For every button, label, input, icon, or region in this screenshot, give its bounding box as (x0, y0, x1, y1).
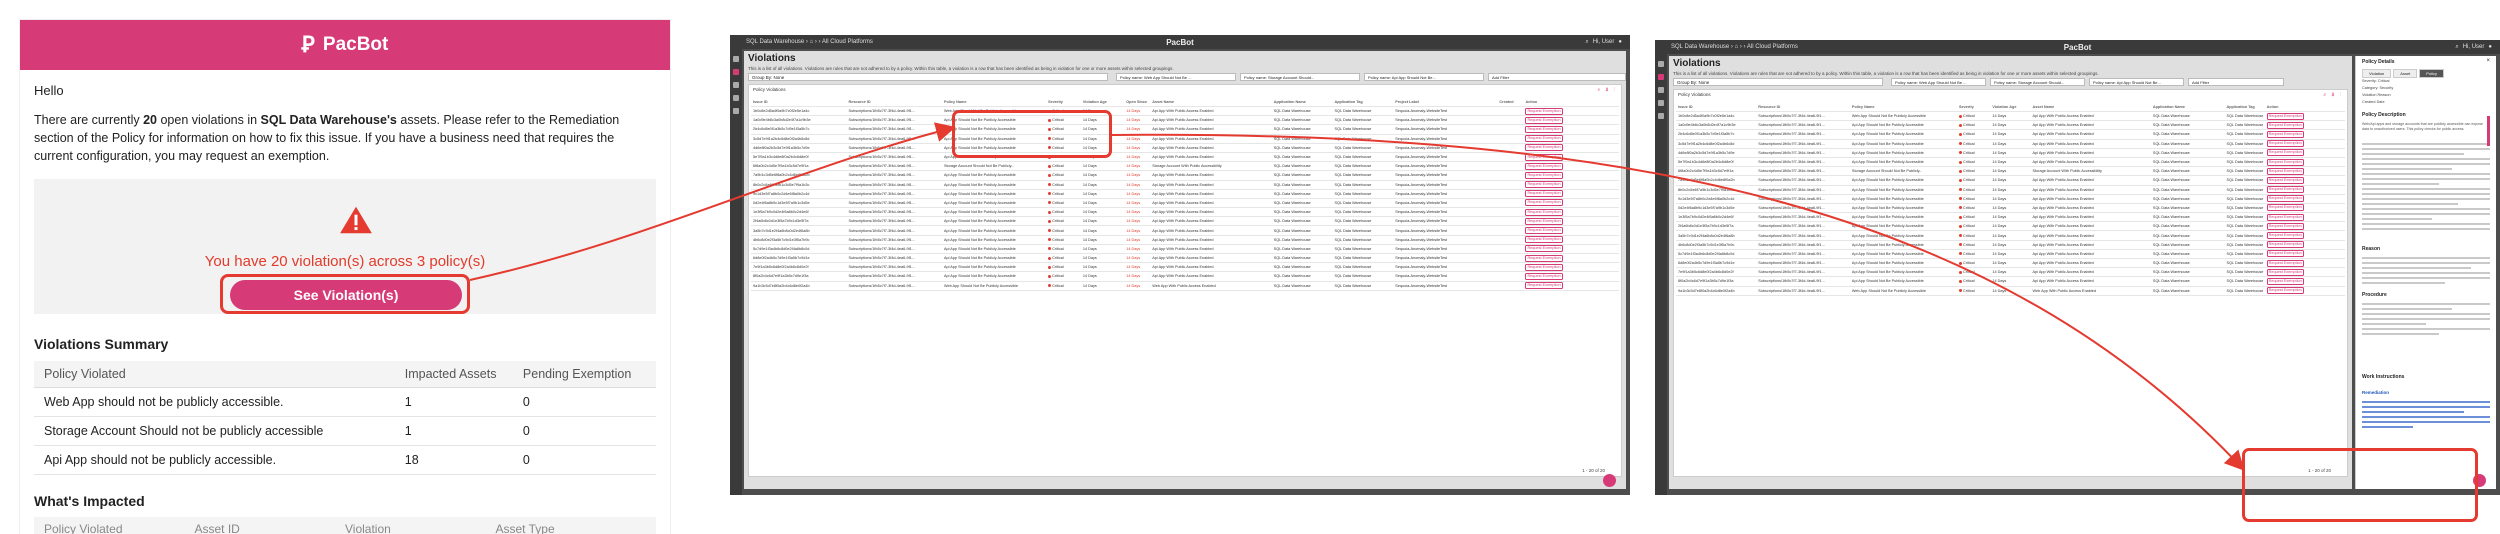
arrow-policy-to-remediation (1111, 133, 2245, 471)
arrow-email-to-policy (469, 122, 956, 281)
annotation-arrows (469, 122, 2245, 471)
